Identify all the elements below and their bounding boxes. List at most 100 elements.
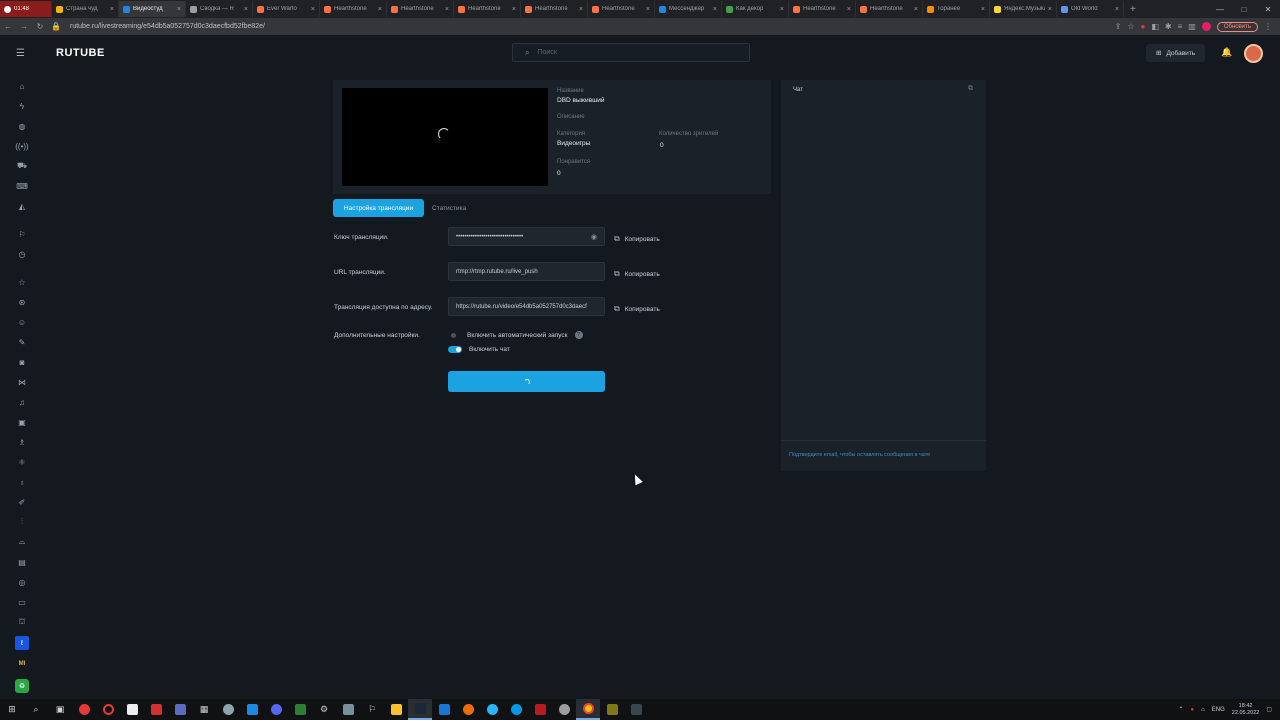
tab-close-icon[interactable]: × (847, 6, 851, 13)
browser-tab[interactable]: Hearthstone × (387, 1, 454, 17)
app-gray-icon[interactable] (552, 699, 576, 720)
browser-tab[interactable]: Ever Warfo × (253, 1, 320, 17)
tab-close-icon[interactable]: × (311, 6, 315, 13)
browser-tab[interactable]: Hearthstone × (521, 1, 588, 17)
app-purple-icon[interactable] (168, 699, 192, 720)
yandex-browser-icon[interactable] (72, 699, 96, 720)
clock[interactable]: 18:42 22.05.2022 (1232, 703, 1260, 717)
humor-icon[interactable]: ☺ (15, 315, 29, 329)
menu-icon[interactable]: ☰ (16, 48, 25, 59)
reload-icon[interactable]: ↻ (32, 22, 48, 31)
browser-tab[interactable]: Hearthstone × (320, 1, 387, 17)
telegram-icon[interactable] (504, 699, 528, 720)
tab-close-icon[interactable]: × (110, 6, 114, 13)
tab-close-icon[interactable]: × (512, 6, 516, 13)
tab-close-icon[interactable]: × (244, 6, 248, 13)
tab-close-icon[interactable]: × (177, 6, 181, 13)
tab-close-icon[interactable]: × (914, 6, 918, 13)
idea-icon[interactable]: ♁ (15, 475, 29, 489)
app-grid-icon[interactable]: ▦ (192, 699, 216, 720)
rutube-logo[interactable]: RUTUBE (56, 47, 105, 59)
search-input[interactable] (537, 49, 718, 56)
browser-menu-icon[interactable]: ⋮ (1264, 22, 1272, 31)
user-avatar[interactable] (1244, 44, 1263, 63)
browser-tab[interactable]: Мессенджер × (655, 1, 722, 17)
folder-icon[interactable] (384, 699, 408, 720)
app-olive-icon[interactable] (600, 699, 624, 720)
car-icon[interactable]: ⛟ (15, 159, 29, 173)
tab-close-icon[interactable]: × (579, 6, 583, 13)
vscode-icon[interactable] (432, 699, 456, 720)
chrome-icon[interactable] (576, 699, 600, 720)
app-green-icon[interactable] (288, 699, 312, 720)
brush-icon[interactable]: ✎ (15, 335, 29, 349)
task-view-icon[interactable]: ▣ (48, 699, 72, 720)
science-icon[interactable]: ⚛ (15, 455, 29, 469)
tab-close-icon[interactable]: × (981, 6, 985, 13)
steam-icon[interactable] (408, 699, 432, 720)
back-icon[interactable]: ← (0, 22, 16, 31)
pets-icon[interactable]: ⛫ (15, 615, 29, 629)
music-icon[interactable]: ♫ (15, 395, 29, 409)
notepad-icon[interactable] (120, 699, 144, 720)
live-icon[interactable]: ((•)) (15, 139, 29, 153)
tab-close-icon[interactable]: × (713, 6, 717, 13)
partner-mi-icon[interactable]: МІ (15, 657, 29, 671)
browser-tab[interactable]: Яндекс.Музыка × (990, 1, 1057, 17)
app-doc-icon[interactable] (336, 699, 360, 720)
extension-icon[interactable]: ◧ (1151, 22, 1159, 31)
education-icon[interactable]: ◭ (15, 199, 29, 213)
update-button[interactable]: Обновить (1216, 21, 1258, 32)
add-button[interactable]: ⊞ Добавить (1146, 44, 1206, 62)
copy-address-button[interactable]: ⧉ Копировать (614, 304, 660, 314)
browser-tab[interactable]: Как декор × (722, 1, 789, 17)
bookmark-star-icon[interactable]: ☆ (1127, 22, 1134, 31)
app-darkred-icon[interactable] (528, 699, 552, 720)
help-icon[interactable]: ? (574, 331, 583, 339)
tray-chevron-icon[interactable]: ⌃ (1179, 706, 1184, 713)
camera-icon[interactable]: ◙ (15, 355, 29, 369)
news-icon[interactable]: ▤ (15, 555, 29, 569)
maximize-icon[interactable]: □ (1232, 5, 1256, 14)
tray-app-icon[interactable]: ● (1191, 707, 1195, 713)
tab-close-icon[interactable]: × (378, 6, 382, 13)
home-icon[interactable]: ⌂ (15, 79, 29, 93)
app-orange-icon[interactable] (456, 699, 480, 720)
browser-tab[interactable]: Hearthstone × (454, 1, 521, 17)
forward-icon[interactable]: → (16, 22, 32, 31)
browser-tab[interactable]: Торанее × (923, 1, 990, 17)
bell-icon[interactable]: 🔔 (1221, 47, 1232, 58)
tab-stream-settings[interactable]: Настройка трансляции (333, 199, 424, 217)
profile-avatar[interactable] (1201, 22, 1211, 31)
discord-icon[interactable] (264, 699, 288, 720)
app-cloud-icon[interactable] (216, 699, 240, 720)
app-dark-icon[interactable] (624, 699, 648, 720)
stream-url-field[interactable]: rtmp://rtmp.rutube.ru/live_push (448, 262, 605, 281)
lock-icon[interactable]: 🔒 (48, 22, 64, 31)
app-red-icon[interactable] (144, 699, 168, 720)
globe-icon[interactable]: ◍ (15, 119, 29, 133)
tab-close-icon[interactable]: × (1048, 6, 1052, 13)
travel-icon[interactable]: ◎ (15, 575, 29, 589)
autostart-toggle[interactable] (450, 332, 460, 339)
bookmark-icon[interactable]: ⚐ (15, 227, 29, 241)
gamepad-icon[interactable]: ⌨ (15, 179, 29, 193)
browser-tab[interactable]: Видеостуд × (119, 1, 186, 17)
url-text[interactable]: rutube.ru/livestreaming/e54db5a052757d0c… (70, 23, 1115, 30)
new-tab-icon[interactable]: + (1124, 4, 1142, 15)
settings-icon[interactable]: ⚙ (312, 699, 336, 720)
browser-tab[interactable]: Сводка — R × (186, 1, 253, 17)
audio-icon[interactable]: ⫶ (15, 515, 29, 529)
browser-tab[interactable]: Hearthstone × (588, 1, 655, 17)
reading-list-icon[interactable]: ≡ (1178, 22, 1183, 31)
star-icon[interactable]: ☆ (15, 275, 29, 289)
history-icon[interactable]: ◷ (15, 247, 29, 261)
tv-icon[interactable]: ▣ (15, 415, 29, 429)
sports-icon[interactable]: ⊛ (15, 295, 29, 309)
kids-icon[interactable]: ♗ (15, 435, 29, 449)
browser-tab[interactable]: Hearthstone × (856, 1, 923, 17)
copy-key-button[interactable]: ⧉ Копировать (614, 234, 660, 244)
browser-tab[interactable]: Страна чуд × (52, 1, 119, 17)
app-network-icon[interactable]: ⚐ (360, 699, 384, 720)
puzzle-icon[interactable]: ✱ (1165, 22, 1172, 31)
